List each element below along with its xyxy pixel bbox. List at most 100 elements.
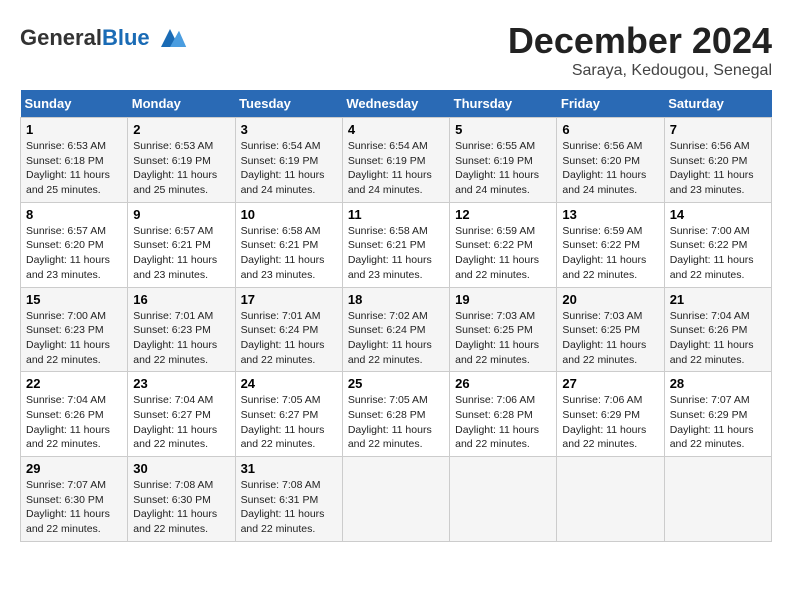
day-info: Sunrise: 7:02 AM Sunset: 6:24 PM Dayligh…: [348, 309, 444, 368]
day-info: Sunrise: 6:57 AM Sunset: 6:21 PM Dayligh…: [133, 224, 229, 283]
month-title: December 2024: [508, 20, 772, 62]
day-info: Sunrise: 6:57 AM Sunset: 6:20 PM Dayligh…: [26, 224, 122, 283]
calendar-cell: [342, 457, 449, 542]
day-number: 22: [26, 376, 122, 391]
day-number: 26: [455, 376, 551, 391]
day-info: Sunrise: 7:08 AM Sunset: 6:31 PM Dayligh…: [241, 478, 337, 537]
calendar-cell: 8 Sunrise: 6:57 AM Sunset: 6:20 PM Dayli…: [21, 202, 128, 287]
day-number: 13: [562, 207, 658, 222]
day-number: 29: [26, 461, 122, 476]
calendar-cell: 14 Sunrise: 7:00 AM Sunset: 6:22 PM Dayl…: [664, 202, 771, 287]
day-number: 24: [241, 376, 337, 391]
day-number: 23: [133, 376, 229, 391]
day-number: 9: [133, 207, 229, 222]
calendar-cell: 11 Sunrise: 6:58 AM Sunset: 6:21 PM Dayl…: [342, 202, 449, 287]
day-info: Sunrise: 6:59 AM Sunset: 6:22 PM Dayligh…: [455, 224, 551, 283]
day-number: 11: [348, 207, 444, 222]
day-number: 6: [562, 122, 658, 137]
day-number: 3: [241, 122, 337, 137]
day-number: 2: [133, 122, 229, 137]
calendar-cell: 16 Sunrise: 7:01 AM Sunset: 6:23 PM Dayl…: [128, 287, 235, 372]
day-number: 14: [670, 207, 766, 222]
day-info: Sunrise: 6:55 AM Sunset: 6:19 PM Dayligh…: [455, 139, 551, 198]
day-number: 27: [562, 376, 658, 391]
header-sunday: Sunday: [21, 90, 128, 118]
calendar-cell: 10 Sunrise: 6:58 AM Sunset: 6:21 PM Dayl…: [235, 202, 342, 287]
day-number: 12: [455, 207, 551, 222]
day-info: Sunrise: 6:59 AM Sunset: 6:22 PM Dayligh…: [562, 224, 658, 283]
title-block: December 2024 Saraya, Kedougou, Senegal: [508, 20, 772, 80]
day-number: 5: [455, 122, 551, 137]
calendar-cell: 26 Sunrise: 7:06 AM Sunset: 6:28 PM Dayl…: [450, 372, 557, 457]
header-friday: Friday: [557, 90, 664, 118]
header-wednesday: Wednesday: [342, 90, 449, 118]
calendar-cell: 31 Sunrise: 7:08 AM Sunset: 6:31 PM Dayl…: [235, 457, 342, 542]
calendar-cell: 27 Sunrise: 7:06 AM Sunset: 6:29 PM Dayl…: [557, 372, 664, 457]
day-info: Sunrise: 7:03 AM Sunset: 6:25 PM Dayligh…: [455, 309, 551, 368]
day-info: Sunrise: 7:01 AM Sunset: 6:24 PM Dayligh…: [241, 309, 337, 368]
day-info: Sunrise: 7:00 AM Sunset: 6:22 PM Dayligh…: [670, 224, 766, 283]
day-info: Sunrise: 6:58 AM Sunset: 6:21 PM Dayligh…: [348, 224, 444, 283]
day-info: Sunrise: 7:03 AM Sunset: 6:25 PM Dayligh…: [562, 309, 658, 368]
calendar-cell: [557, 457, 664, 542]
day-number: 19: [455, 292, 551, 307]
calendar-table: SundayMondayTuesdayWednesdayThursdayFrid…: [20, 90, 772, 542]
day-number: 15: [26, 292, 122, 307]
day-number: 8: [26, 207, 122, 222]
calendar-cell: 20 Sunrise: 7:03 AM Sunset: 6:25 PM Dayl…: [557, 287, 664, 372]
header-saturday: Saturday: [664, 90, 771, 118]
day-number: 31: [241, 461, 337, 476]
day-number: 25: [348, 376, 444, 391]
logo-general: General: [20, 25, 102, 50]
day-number: 10: [241, 207, 337, 222]
day-number: 20: [562, 292, 658, 307]
day-info: Sunrise: 6:53 AM Sunset: 6:18 PM Dayligh…: [26, 139, 122, 198]
calendar-cell: 28 Sunrise: 7:07 AM Sunset: 6:29 PM Dayl…: [664, 372, 771, 457]
day-info: Sunrise: 7:01 AM Sunset: 6:23 PM Dayligh…: [133, 309, 229, 368]
location-subtitle: Saraya, Kedougou, Senegal: [508, 62, 772, 80]
day-number: 28: [670, 376, 766, 391]
day-info: Sunrise: 7:04 AM Sunset: 6:27 PM Dayligh…: [133, 393, 229, 452]
calendar-cell: 5 Sunrise: 6:55 AM Sunset: 6:19 PM Dayli…: [450, 118, 557, 203]
day-info: Sunrise: 7:04 AM Sunset: 6:26 PM Dayligh…: [26, 393, 122, 452]
day-info: Sunrise: 7:05 AM Sunset: 6:28 PM Dayligh…: [348, 393, 444, 452]
day-number: 16: [133, 292, 229, 307]
calendar-cell: 30 Sunrise: 7:08 AM Sunset: 6:30 PM Dayl…: [128, 457, 235, 542]
day-info: Sunrise: 6:54 AM Sunset: 6:19 PM Dayligh…: [348, 139, 444, 198]
calendar-cell: 23 Sunrise: 7:04 AM Sunset: 6:27 PM Dayl…: [128, 372, 235, 457]
header-tuesday: Tuesday: [235, 90, 342, 118]
header-monday: Monday: [128, 90, 235, 118]
calendar-cell: 3 Sunrise: 6:54 AM Sunset: 6:19 PM Dayli…: [235, 118, 342, 203]
calendar-cell: [450, 457, 557, 542]
logo-icon: [152, 20, 188, 56]
week-row-4: 22 Sunrise: 7:04 AM Sunset: 6:26 PM Dayl…: [21, 372, 772, 457]
week-row-5: 29 Sunrise: 7:07 AM Sunset: 6:30 PM Dayl…: [21, 457, 772, 542]
logo: GeneralBlue: [20, 20, 188, 56]
calendar-cell: 21 Sunrise: 7:04 AM Sunset: 6:26 PM Dayl…: [664, 287, 771, 372]
day-info: Sunrise: 7:07 AM Sunset: 6:29 PM Dayligh…: [670, 393, 766, 452]
day-info: Sunrise: 7:06 AM Sunset: 6:29 PM Dayligh…: [562, 393, 658, 452]
day-info: Sunrise: 7:00 AM Sunset: 6:23 PM Dayligh…: [26, 309, 122, 368]
day-number: 4: [348, 122, 444, 137]
week-row-2: 8 Sunrise: 6:57 AM Sunset: 6:20 PM Dayli…: [21, 202, 772, 287]
day-info: Sunrise: 7:06 AM Sunset: 6:28 PM Dayligh…: [455, 393, 551, 452]
calendar-cell: 24 Sunrise: 7:05 AM Sunset: 6:27 PM Dayl…: [235, 372, 342, 457]
day-number: 17: [241, 292, 337, 307]
week-row-3: 15 Sunrise: 7:00 AM Sunset: 6:23 PM Dayl…: [21, 287, 772, 372]
calendar-cell: 17 Sunrise: 7:01 AM Sunset: 6:24 PM Dayl…: [235, 287, 342, 372]
calendar-cell: 19 Sunrise: 7:03 AM Sunset: 6:25 PM Dayl…: [450, 287, 557, 372]
logo-blue: Blue: [102, 25, 150, 50]
day-info: Sunrise: 7:04 AM Sunset: 6:26 PM Dayligh…: [670, 309, 766, 368]
calendar-cell: 12 Sunrise: 6:59 AM Sunset: 6:22 PM Dayl…: [450, 202, 557, 287]
day-info: Sunrise: 6:56 AM Sunset: 6:20 PM Dayligh…: [670, 139, 766, 198]
calendar-cell: 4 Sunrise: 6:54 AM Sunset: 6:19 PM Dayli…: [342, 118, 449, 203]
header-row: SundayMondayTuesdayWednesdayThursdayFrid…: [21, 90, 772, 118]
day-number: 30: [133, 461, 229, 476]
calendar-cell: 9 Sunrise: 6:57 AM Sunset: 6:21 PM Dayli…: [128, 202, 235, 287]
calendar-cell: 13 Sunrise: 6:59 AM Sunset: 6:22 PM Dayl…: [557, 202, 664, 287]
calendar-cell: 29 Sunrise: 7:07 AM Sunset: 6:30 PM Dayl…: [21, 457, 128, 542]
calendar-cell: [664, 457, 771, 542]
day-number: 21: [670, 292, 766, 307]
calendar-cell: 6 Sunrise: 6:56 AM Sunset: 6:20 PM Dayli…: [557, 118, 664, 203]
day-info: Sunrise: 6:53 AM Sunset: 6:19 PM Dayligh…: [133, 139, 229, 198]
